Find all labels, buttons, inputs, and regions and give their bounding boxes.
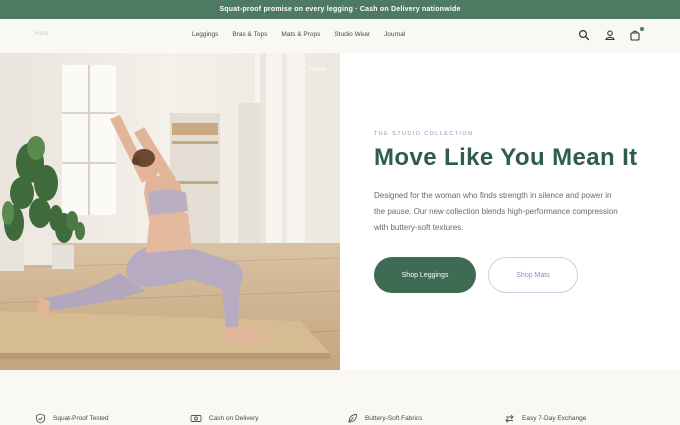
search-icon[interactable]	[578, 29, 590, 41]
shop-leggings-button[interactable]: Shop Leggings	[374, 257, 476, 293]
hero-image	[0, 53, 340, 370]
exchange-icon	[505, 414, 514, 423]
hero-title: Move Like You Mean It	[374, 144, 638, 171]
feature-label: Easy 7-Day Exchange	[522, 415, 587, 422]
announcement-bar: Squat-proof promise on every legging · C…	[0, 0, 680, 19]
cart-badge	[640, 27, 644, 31]
shop-mats-button[interactable]: Shop Mats	[488, 257, 578, 293]
feature-soft-fabrics: Buttery-Soft Fabrics	[347, 413, 422, 424]
cash-icon	[190, 415, 202, 422]
account-icon[interactable]	[604, 29, 616, 41]
feature-label: Squat-Proof Tested	[53, 415, 109, 422]
feature-label: Buttery-Soft Fabrics	[365, 415, 423, 422]
logo[interactable]: Haro	[35, 31, 48, 37]
hero-eyebrow: THE STUDIO COLLECTION	[374, 131, 474, 137]
nav-item-mats-props[interactable]: Mats & Props	[281, 31, 320, 38]
bag-icon[interactable]	[629, 29, 641, 41]
features-bar: Squat-Proof Tested Cash on Delivery Butt…	[0, 370, 680, 425]
nav-item-leggings[interactable]: Leggings	[192, 31, 218, 38]
main-nav: Leggings Bras & Tops Mats & Props Studio…	[192, 31, 405, 38]
feature-squat-proof: Squat-Proof Tested	[35, 413, 109, 424]
feature-exchange: Easy 7-Day Exchange	[504, 413, 586, 424]
shield-icon	[36, 413, 45, 424]
breadcrumb-home[interactable]: Home	[309, 67, 325, 73]
feature-label: Cash on Delivery	[209, 415, 259, 422]
nav-item-bras-tops[interactable]: Bras & Tops	[232, 31, 267, 38]
announcement-text: Squat-proof promise on every legging · C…	[219, 6, 461, 13]
hero-description: Designed for the woman who finds strengt…	[374, 191, 618, 232]
yoga-photo	[0, 53, 340, 370]
feature-cod: Cash on Delivery	[190, 413, 259, 424]
nav-item-journal[interactable]: Journal	[384, 31, 405, 38]
nav-item-studio-wear[interactable]: Studio Wear	[334, 31, 370, 38]
leaf-icon	[348, 414, 357, 423]
site-header: Haro Leggings Bras & Tops Mats & Props S…	[0, 19, 680, 53]
